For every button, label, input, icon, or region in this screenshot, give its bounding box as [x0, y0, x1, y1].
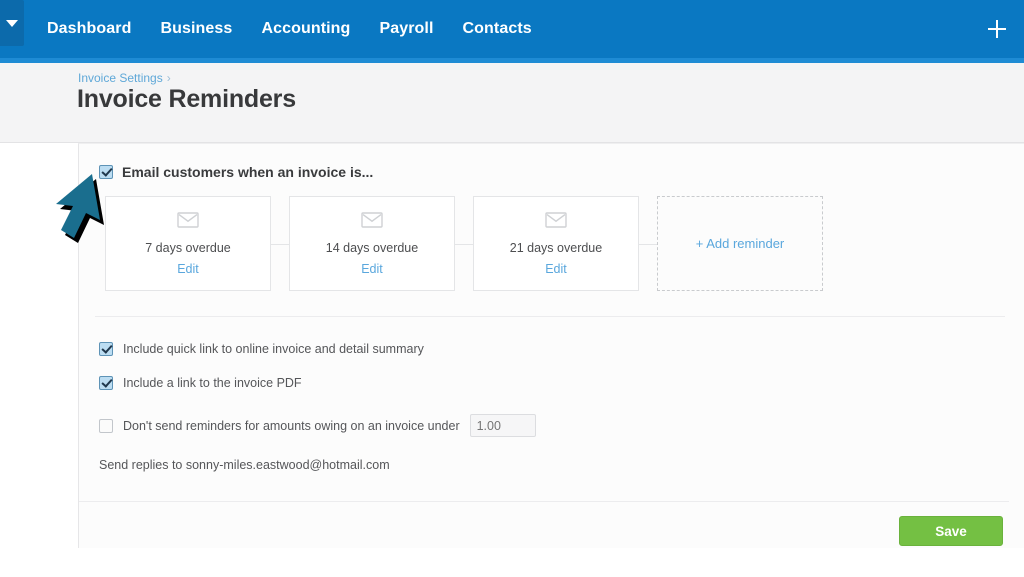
- reminder-edit-link[interactable]: Edit: [361, 262, 383, 276]
- add-reminder-label: + Add reminder: [695, 236, 785, 251]
- reminder-card-14-days[interactable]: 14 days overdue Edit: [289, 196, 473, 291]
- email-customers-label: Email customers when an invoice is...: [122, 164, 374, 180]
- minimum-amount-label: Don't send reminders for amounts owing o…: [123, 418, 460, 433]
- add-reminder-button[interactable]: + Add reminder: [657, 196, 823, 291]
- nav-item-contacts[interactable]: Contacts: [463, 20, 532, 38]
- minimum-amount-checkbox[interactable]: [99, 418, 113, 433]
- reminder-card-7-days[interactable]: 7 days overdue Edit: [105, 196, 289, 291]
- page-title: Invoice Reminders: [77, 85, 296, 113]
- minimum-amount-input[interactable]: [469, 414, 536, 437]
- section-divider: [95, 316, 1005, 317]
- invoice-pdf-checkbox[interactable]: [99, 376, 113, 390]
- reply-to-text: Send replies to sonny-miles.eastwood@hot…: [99, 458, 390, 472]
- nav-item-payroll[interactable]: Payroll: [379, 20, 433, 38]
- nav-item-accounting[interactable]: Accounting: [261, 20, 350, 38]
- breadcrumb: Invoice Settings ›: [78, 71, 171, 85]
- email-customers-row: Email customers when an invoice is...: [99, 164, 373, 180]
- card-connector-line: [638, 243, 657, 245]
- option-row-minimum-amount: Don't send reminders for amounts owing o…: [99, 414, 536, 437]
- primary-nav: Dashboard Business Accounting Payroll Co…: [47, 0, 561, 58]
- quick-link-checkbox[interactable]: [99, 342, 113, 356]
- top-navigation-bar: Dashboard Business Accounting Payroll Co…: [0, 0, 1024, 58]
- settings-panel: Email customers when an invoice is... 7 …: [78, 143, 1024, 548]
- page-header: Invoice Settings › Invoice Reminders: [0, 63, 1024, 143]
- nav-item-business[interactable]: Business: [160, 20, 232, 38]
- caret-down-icon: [6, 19, 18, 27]
- app-window: Dashboard Business Accounting Payroll Co…: [0, 0, 1024, 577]
- breadcrumb-separator-icon: ›: [166, 71, 171, 85]
- reminder-card-21-days[interactable]: 21 days overdue Edit: [473, 196, 657, 291]
- option-row-invoice-pdf: Include a link to the invoice PDF: [99, 376, 302, 390]
- envelope-icon: [361, 211, 383, 233]
- envelope-icon: [545, 211, 567, 233]
- reminder-card-label: 14 days overdue: [325, 240, 419, 255]
- quick-link-label: Include quick link to online invoice and…: [123, 342, 424, 356]
- invoice-pdf-label: Include a link to the invoice PDF: [123, 376, 302, 390]
- reminder-card-label: 7 days overdue: [145, 240, 231, 255]
- card-connector-line: [270, 243, 289, 245]
- breadcrumb-item-invoice-settings[interactable]: Invoice Settings: [78, 71, 163, 85]
- reminder-card-label: 21 days overdue: [509, 240, 603, 255]
- panel-footer: Save: [79, 502, 1024, 548]
- card-connector-line: [454, 243, 473, 245]
- reminder-card-list: 7 days overdue Edit 14 days overdue Edit: [105, 196, 823, 291]
- org-menu-button[interactable]: [0, 0, 24, 46]
- reminder-edit-link[interactable]: Edit: [545, 262, 567, 276]
- reminder-edit-link[interactable]: Edit: [177, 262, 199, 276]
- nav-item-dashboard[interactable]: Dashboard: [47, 20, 131, 38]
- option-row-quick-link: Include quick link to online invoice and…: [99, 342, 424, 356]
- plus-icon[interactable]: [984, 16, 1010, 42]
- envelope-icon: [177, 211, 199, 233]
- email-customers-checkbox[interactable]: [99, 165, 113, 179]
- save-button[interactable]: Save: [899, 516, 1003, 546]
